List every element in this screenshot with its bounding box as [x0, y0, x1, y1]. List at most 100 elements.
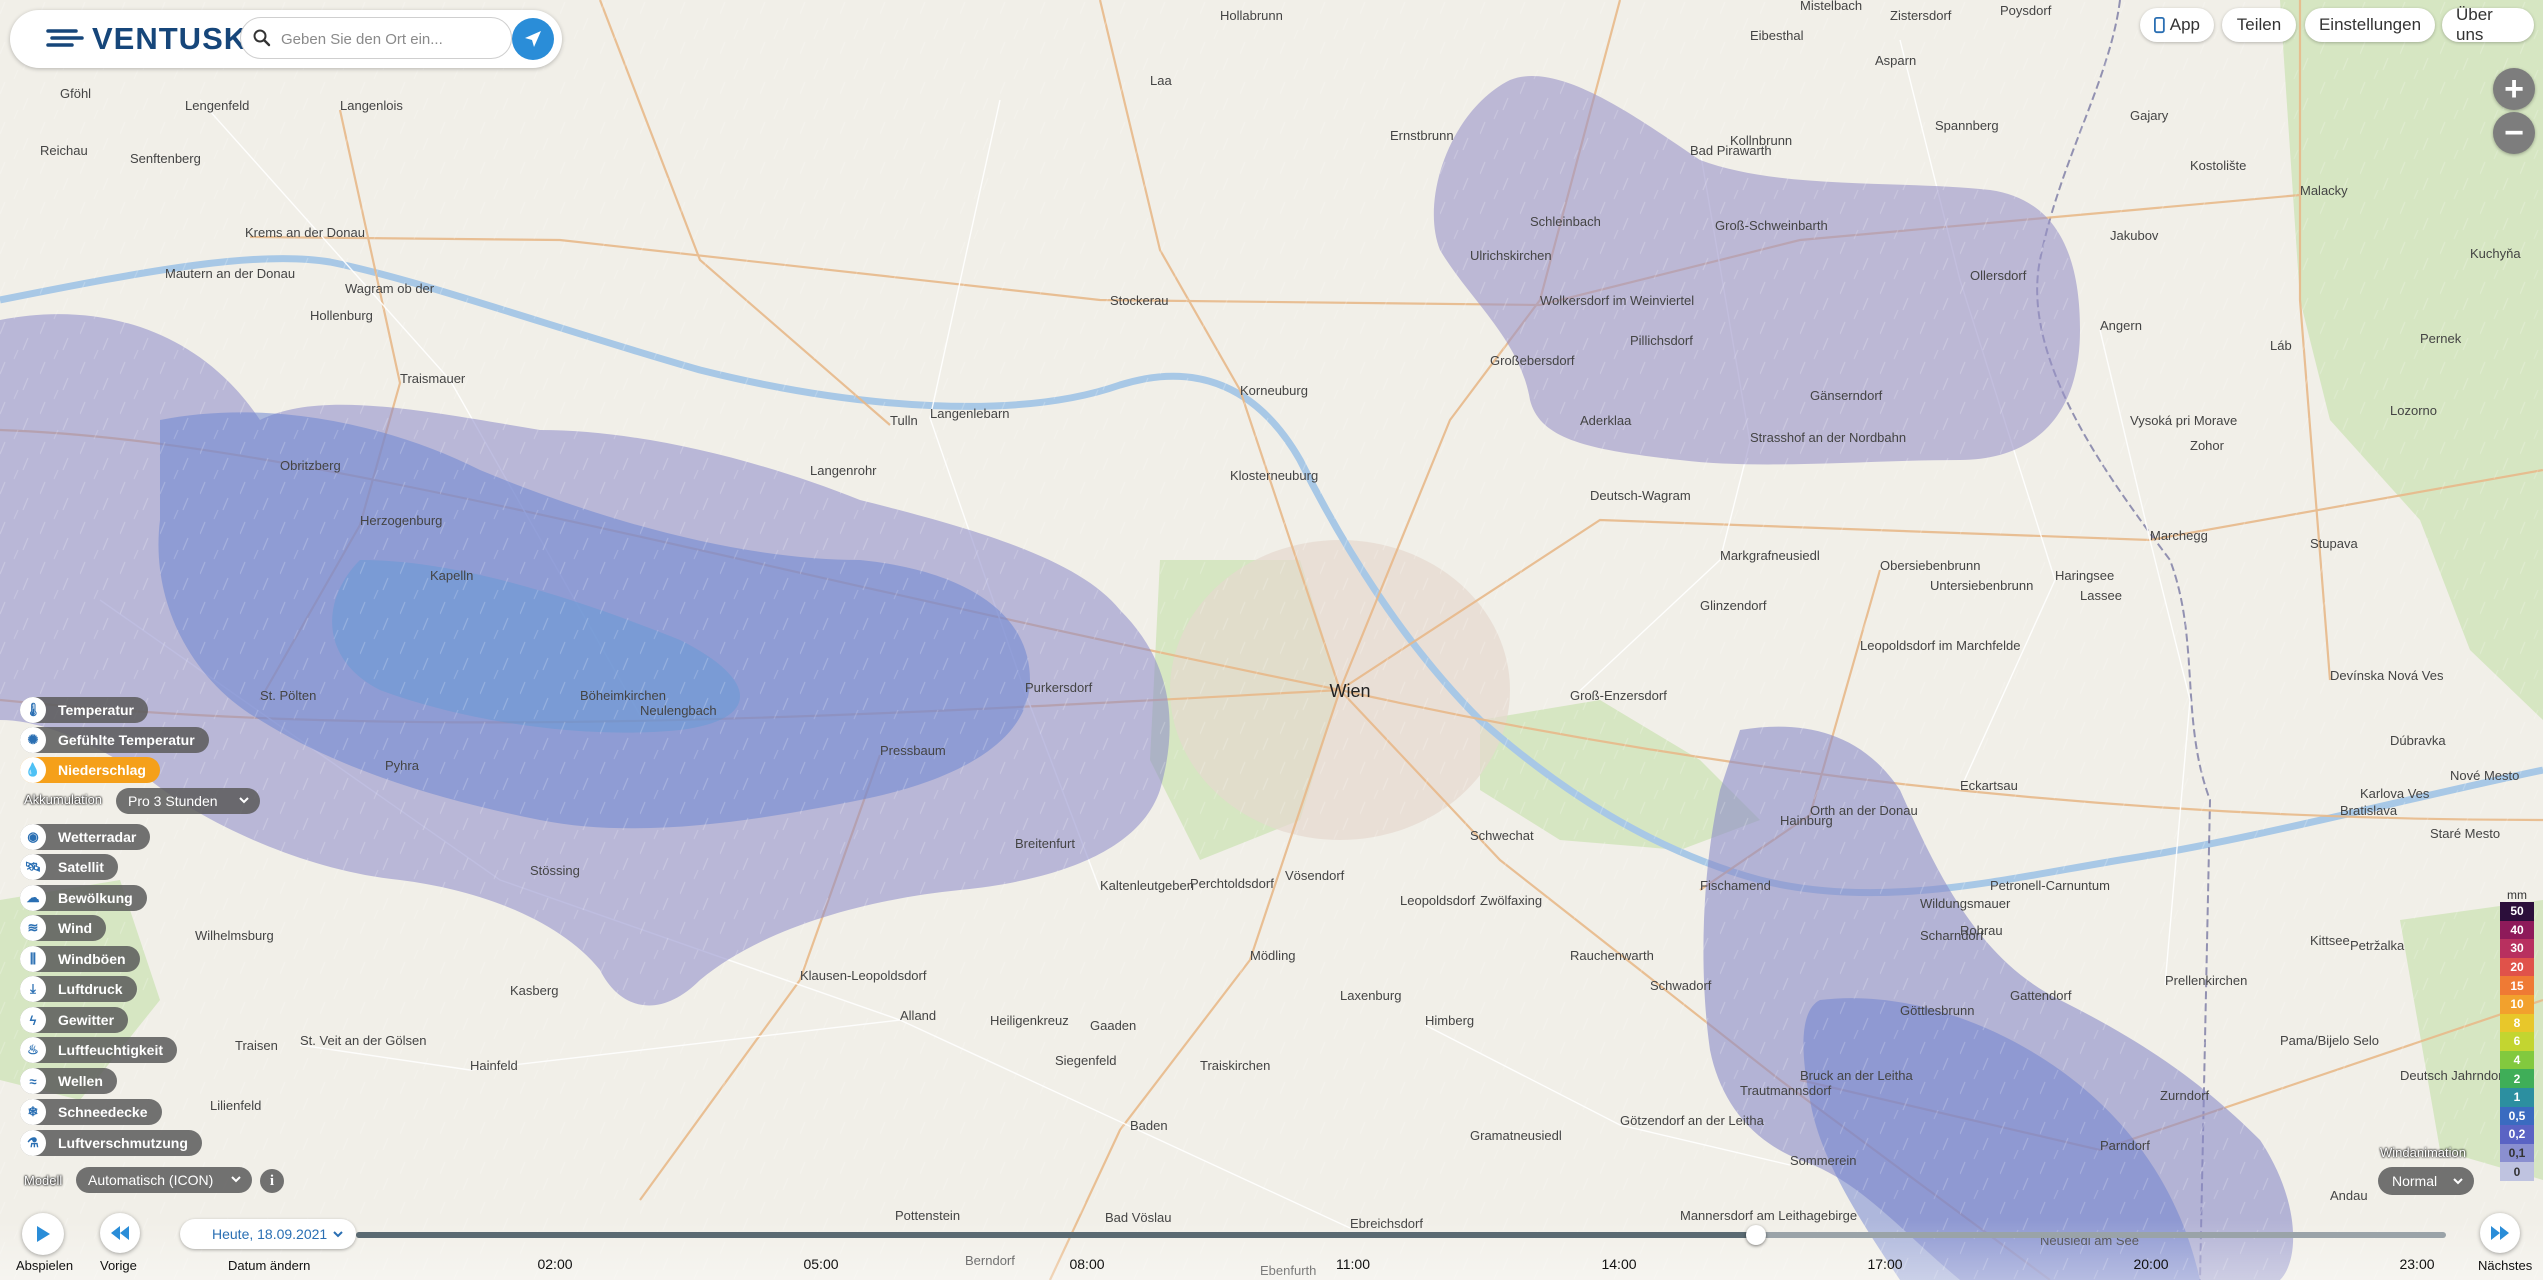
- place-label: Mödling: [1250, 948, 1296, 963]
- previous-button[interactable]: [100, 1213, 140, 1253]
- date-select[interactable]: Heute, 18.09.2021: [180, 1219, 356, 1249]
- place-label: Gramatneusiedl: [1470, 1128, 1562, 1143]
- place-label: Schwadorf: [1650, 978, 1712, 993]
- zoom-out-button[interactable]: −: [2493, 112, 2535, 154]
- place-label: Purkersdorf: [1025, 680, 1093, 695]
- place-label: St. Pölten: [260, 688, 316, 703]
- app-button-label: App: [2169, 15, 2200, 34]
- place-label: Sommerein: [1790, 1153, 1856, 1168]
- lightning-icon: ϟ: [20, 1007, 46, 1033]
- layer-item-8[interactable]: ⫼ Windböen: [20, 946, 140, 972]
- precipitation-legend: mm 50 40 30 20 15 10 8 6 4 2 1 0,5 0,2 0,1 0: [2500, 888, 2534, 1181]
- place-label: Prellenkirchen: [2165, 973, 2247, 988]
- place-label: Klausen-Leopoldsdorf: [800, 968, 927, 983]
- layer-item-13[interactable]: ❄ Schneedecke: [20, 1099, 162, 1125]
- layer-item-10[interactable]: ϟ Gewitter: [20, 1007, 129, 1033]
- place-label: Bad Pirawarth: [1690, 143, 1772, 158]
- place-label: Zwölfaxing: [1480, 893, 1542, 908]
- layer-item-3[interactable]: 💧 Niederschlag: [20, 757, 160, 783]
- legend-value: 4: [2500, 1050, 2534, 1070]
- layer-item-1[interactable]: 🌡 Temperatur: [20, 697, 148, 723]
- place-label: Zurndorf: [2160, 1088, 2210, 1103]
- layer-item-6[interactable]: ☁ Bewölkung: [20, 885, 147, 911]
- layer-item-11[interactable]: ♨ Luftfeuchtigkeit: [20, 1037, 177, 1063]
- place-label: Marchegg: [2150, 528, 2208, 543]
- timeline-tick: 11:00: [1336, 1256, 1370, 1272]
- place-label: Obersiebenbrunn: [1880, 558, 1980, 573]
- place-label: Wolkersdorf im Weinviertel: [1540, 293, 1694, 308]
- place-label: Reichau: [40, 143, 88, 158]
- raindrop-icon: 💧: [20, 757, 46, 783]
- legend-value: 0,5: [2500, 1106, 2534, 1126]
- layer-item-label: Schneedecke: [58, 1104, 148, 1120]
- layer-item-4[interactable]: ◉ Wetterradar: [20, 824, 151, 850]
- map-canvas[interactable]: Lengenfeld Langenlois Krems an der Donau Ma…: [0, 0, 2543, 1280]
- place-label: Ernstbrunn: [1390, 128, 1454, 143]
- timeline-tick: 02:00: [537, 1256, 573, 1272]
- layer-item-7[interactable]: ≋ Wind: [20, 915, 107, 941]
- thermometer-icon: 🌡: [20, 697, 46, 723]
- chevron-down-icon: [231, 1176, 241, 1183]
- place-label: Groß-Enzersdorf: [1570, 688, 1667, 703]
- zoom-in-button[interactable]: +: [2493, 68, 2535, 110]
- timeline-tick: 14:00: [1601, 1256, 1637, 1272]
- place-label: Zohor: [2190, 438, 2225, 453]
- ventusky-logo[interactable]: VENTUSKY: [46, 21, 269, 56]
- timeline-tick: 20:00: [2133, 1256, 2169, 1272]
- place-label: Gföhl: [60, 86, 91, 101]
- model-select[interactable]: Automatisch (ICON): [76, 1167, 252, 1193]
- layer-item-9[interactable]: ⤓ Luftdruck: [20, 976, 137, 1002]
- timeline-handle[interactable]: [1746, 1225, 1766, 1245]
- timeline-tick: 23:00: [2399, 1256, 2435, 1272]
- place-label: Böheimkirchen: [580, 688, 666, 703]
- share-button[interactable]: Teilen: [2222, 8, 2296, 42]
- place-label: Trautmannsdorf: [1740, 1083, 1832, 1098]
- accumulation-select[interactable]: Pro 3 Stunden: [116, 788, 260, 814]
- place-label: Laxenburg: [1340, 988, 1401, 1003]
- place-label: Aderklaa: [1580, 413, 1632, 428]
- timeline-tick: 05:00: [803, 1256, 839, 1272]
- legend-value: 0,2: [2500, 1125, 2534, 1144]
- locate-button[interactable]: [512, 18, 554, 60]
- settings-button[interactable]: Einstellungen: [2305, 8, 2435, 42]
- legend-value: 8: [2500, 1013, 2534, 1033]
- layer-item-label: Niederschlag: [58, 762, 146, 778]
- snowflake-icon: ❄: [20, 1099, 46, 1125]
- model-value: Automatisch (ICON): [88, 1172, 214, 1188]
- pollution-icon: ⚗: [20, 1130, 46, 1156]
- date-value: Heute, 18.09.2021: [212, 1226, 328, 1242]
- about-button[interactable]: Über uns: [2442, 5, 2534, 44]
- place-label: Kittsee: [2310, 933, 2350, 948]
- model-info-button[interactable]: i: [260, 1169, 284, 1193]
- place-label: Eibesthal: [1750, 28, 1804, 43]
- layer-item-5[interactable]: 🛰 Satellit: [20, 854, 118, 880]
- layer-item-14[interactable]: ⚗ Luftverschmutzung: [20, 1130, 202, 1156]
- layer-item-2[interactable]: ✺ Gefühlte Temperatur: [20, 727, 209, 753]
- place-label: Gattendorf: [2010, 988, 2072, 1003]
- legend-value: 10: [2500, 994, 2534, 1014]
- place-label: Pillichsdorf: [1630, 333, 1693, 348]
- search-input[interactable]: [279, 18, 505, 60]
- wind-icon: ≋: [20, 915, 46, 941]
- next-button[interactable]: [2480, 1213, 2520, 1253]
- place-label: Lengenfeld: [185, 98, 249, 113]
- place-label: Baden: [1130, 1118, 1168, 1133]
- timeline-track[interactable]: [356, 1232, 2446, 1238]
- place-label: Gajary: [2130, 108, 2169, 123]
- legend-value: 30: [2500, 939, 2534, 958]
- app-button[interactable]: App: [2140, 8, 2214, 42]
- play-icon: [37, 1226, 50, 1242]
- layer-item-label: Windböen: [58, 951, 126, 967]
- wind-animation-select[interactable]: Normal: [2378, 1167, 2474, 1195]
- place-label: Petronell-Carnuntum: [1990, 878, 2110, 893]
- place-label: Schwechat: [1470, 828, 1534, 843]
- layer-item-12[interactable]: ≈ Wellen: [20, 1068, 117, 1094]
- layer-item-label: Luftfeuchtigkeit: [58, 1042, 163, 1058]
- play-button[interactable]: [22, 1213, 64, 1255]
- place-label: Deutsch-Wagram: [1590, 488, 1691, 503]
- place-label: Breitenfurt: [1015, 836, 1075, 851]
- place-label: St. Veit an der Gölsen: [300, 1033, 426, 1048]
- wind-animation-value: Normal: [2392, 1173, 2438, 1189]
- legend-unit: mm: [2507, 888, 2527, 902]
- location-arrow-icon: [525, 31, 541, 47]
